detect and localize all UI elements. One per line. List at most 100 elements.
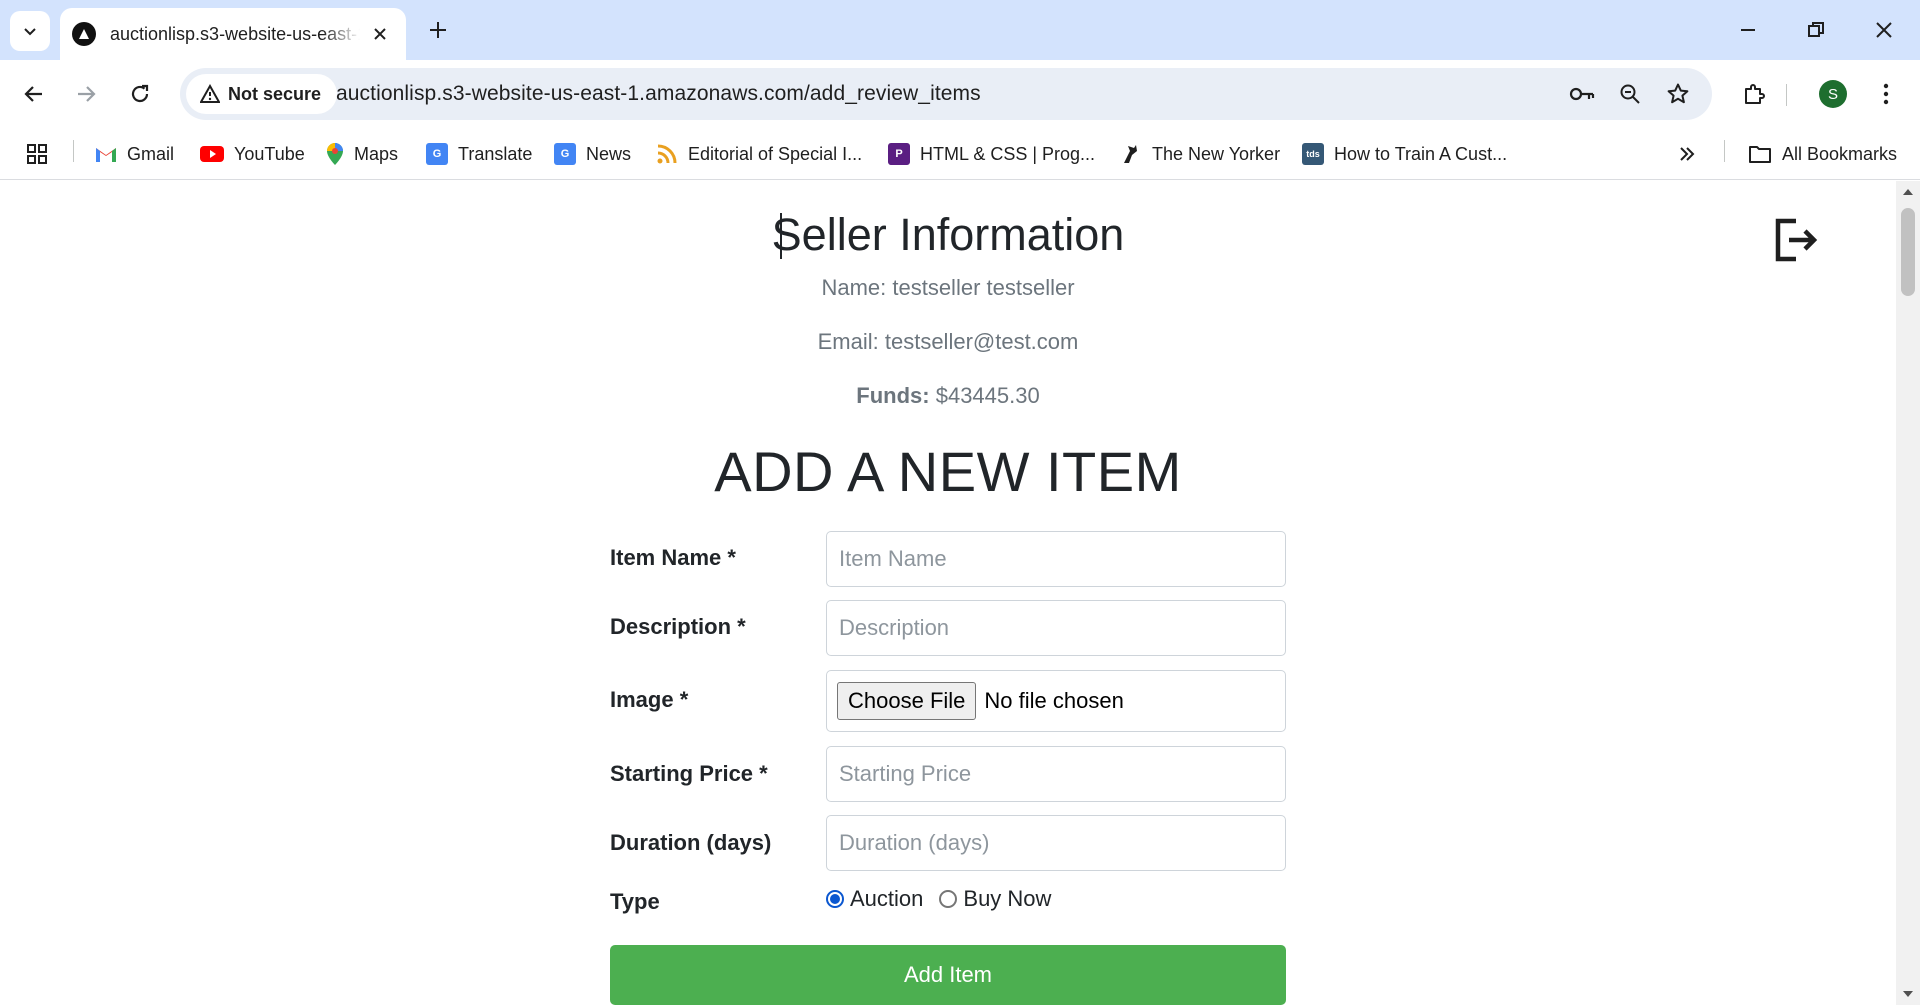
arrow-right-icon: [78, 86, 96, 102]
bookmark-label: Maps: [354, 143, 399, 164]
seller-heading: Seller Information: [771, 209, 1125, 260]
buy-now-radio-label[interactable]: Buy Now: [963, 886, 1051, 912]
bookmark-maps[interactable]: Maps: [326, 138, 398, 170]
seller-funds: Funds: $43445.30: [0, 383, 1896, 409]
type-radio-group: Auction Buy Now: [826, 886, 1051, 912]
warning-icon: [200, 84, 220, 103]
puzzle-icon: [1745, 84, 1765, 104]
item-name-input[interactable]: [826, 531, 1286, 587]
bookmark-tds[interactable]: tds How to Train A Cust...: [1302, 138, 1507, 170]
add-item-heading: ADD A NEW ITEM: [714, 440, 1182, 503]
forward-button[interactable]: [66, 74, 106, 114]
rss-icon: [657, 144, 677, 164]
close-tab-icon[interactable]: [366, 20, 394, 48]
reload-button[interactable]: [120, 74, 160, 114]
zoom-icon[interactable]: [1614, 78, 1646, 110]
logout-button[interactable]: [1772, 215, 1822, 265]
bookmarks-divider: [1724, 140, 1725, 162]
bookmark-news[interactable]: G News: [554, 138, 631, 170]
bookmark-label: How to Train A Cust...: [1334, 143, 1508, 164]
page-viewport: Seller Information Name: testseller test…: [0, 181, 1896, 1005]
close-window-button[interactable]: [1856, 10, 1912, 50]
bookmark-label: Editorial of Special I...: [688, 143, 863, 164]
description-label: Description *: [610, 614, 746, 639]
logout-icon: [1775, 218, 1818, 262]
maps-icon: [327, 143, 343, 165]
back-button[interactable]: [14, 74, 54, 114]
minimize-button[interactable]: [1720, 10, 1776, 50]
security-label: Not secure: [228, 83, 322, 104]
starting-price-input[interactable]: [826, 746, 1286, 802]
scroll-thumb[interactable]: [1901, 208, 1915, 296]
add-item-button[interactable]: Add Item: [610, 945, 1286, 1005]
chevron-down-icon: [24, 28, 36, 36]
apps-button[interactable]: [26, 138, 48, 170]
arrow-left-icon: [24, 86, 42, 102]
tab-strip: auctionlisp.s3-website-us-east-1.amazona…: [0, 0, 1920, 60]
bookmarks-bar: Gmail YouTube Maps G Translate G News Ed…: [0, 128, 1920, 180]
avatar: S: [1819, 80, 1847, 108]
kebab-menu-icon: [1883, 83, 1889, 105]
browser-toolbar: Not secure auctionlisp.s3-website-us-eas…: [0, 60, 1920, 128]
type-label: Type: [610, 889, 660, 914]
page-scrollbar[interactable]: [1896, 181, 1920, 1005]
seller-name: Name: testseller testseller: [821, 275, 1075, 300]
restore-icon: [1808, 22, 1824, 37]
bookmark-new-yorker[interactable]: The New Yorker: [1120, 138, 1280, 170]
bookmark-label: HTML & CSS | Prog...: [920, 143, 1096, 164]
bookmarks-divider: [73, 140, 74, 162]
buy-now-radio[interactable]: [939, 890, 958, 908]
security-chip[interactable]: Not secure: [186, 74, 338, 114]
scroll-up-arrow-icon[interactable]: [1903, 189, 1913, 195]
profile-button[interactable]: S: [1813, 74, 1853, 114]
duration-input[interactable]: [826, 815, 1286, 871]
all-bookmarks-button[interactable]: All Bookmarks: [1748, 138, 1897, 170]
new-tab-button[interactable]: [422, 14, 454, 46]
close-icon: [1876, 22, 1892, 38]
bookmark-label: Gmail: [127, 143, 175, 164]
active-tab[interactable]: auctionlisp.s3-website-us-east-1.amazona…: [60, 8, 406, 60]
toolbar-divider: [1786, 84, 1787, 106]
youtube-icon: [200, 146, 224, 162]
menu-button[interactable]: [1866, 74, 1906, 114]
translate-icon: G: [426, 143, 448, 165]
gmail-icon: [96, 148, 116, 162]
url-text[interactable]: auctionlisp.s3-website-us-east-1.amazona…: [336, 82, 981, 106]
all-bookmarks-label: All Bookmarks: [1782, 143, 1898, 164]
bookmark-label: Translate: [458, 143, 533, 164]
bookmark-youtube[interactable]: YouTube: [200, 138, 305, 170]
funds-value: $43445.30: [935, 383, 1040, 408]
double-chevron-right-icon: [1680, 147, 1695, 161]
bookmark-label: News: [586, 143, 632, 164]
description-input[interactable]: [826, 600, 1286, 656]
scroll-down-arrow-icon[interactable]: [1903, 991, 1913, 997]
choose-file-button[interactable]: Choose File: [837, 682, 977, 720]
auction-radio-label[interactable]: Auction: [850, 886, 923, 912]
minimize-icon: [1741, 29, 1755, 31]
bookmark-gmail[interactable]: Gmail: [95, 138, 174, 170]
bookmark-html-css[interactable]: P HTML & CSS | Prog...: [888, 138, 1095, 170]
tab-search-button[interactable]: [10, 11, 50, 51]
apps-grid-icon: [27, 144, 47, 164]
seller-email: Email: testseller@test.com: [817, 329, 1079, 354]
item-name-label: Item Name *: [610, 545, 736, 570]
restore-button[interactable]: [1788, 10, 1844, 50]
password-key-icon[interactable]: [1566, 78, 1598, 110]
extensions-button[interactable]: [1734, 74, 1774, 114]
file-status: No file chosen: [984, 688, 1124, 713]
bookmark-editorial[interactable]: Editorial of Special I...: [656, 138, 862, 170]
auction-radio[interactable]: [826, 890, 844, 908]
newyorker-icon: [1124, 145, 1137, 163]
bookmark-star-icon[interactable]: [1662, 78, 1694, 110]
funds-label: Funds:: [856, 383, 930, 408]
bookmark-translate[interactable]: G Translate: [426, 138, 532, 170]
tds-icon: tds: [1302, 143, 1324, 165]
image-file-input[interactable]: Choose File No file chosen: [826, 670, 1286, 732]
tab-title: auctionlisp.s3-website-us-east-1.amazona…: [110, 23, 360, 44]
image-label: Image *: [610, 687, 689, 712]
reload-icon: [131, 84, 149, 103]
folder-icon: [1749, 146, 1771, 163]
address-bar[interactable]: Not secure auctionlisp.s3-website-us-eas…: [180, 68, 1712, 120]
p-icon: P: [888, 143, 910, 165]
more-bookmarks-button[interactable]: [1678, 138, 1696, 170]
